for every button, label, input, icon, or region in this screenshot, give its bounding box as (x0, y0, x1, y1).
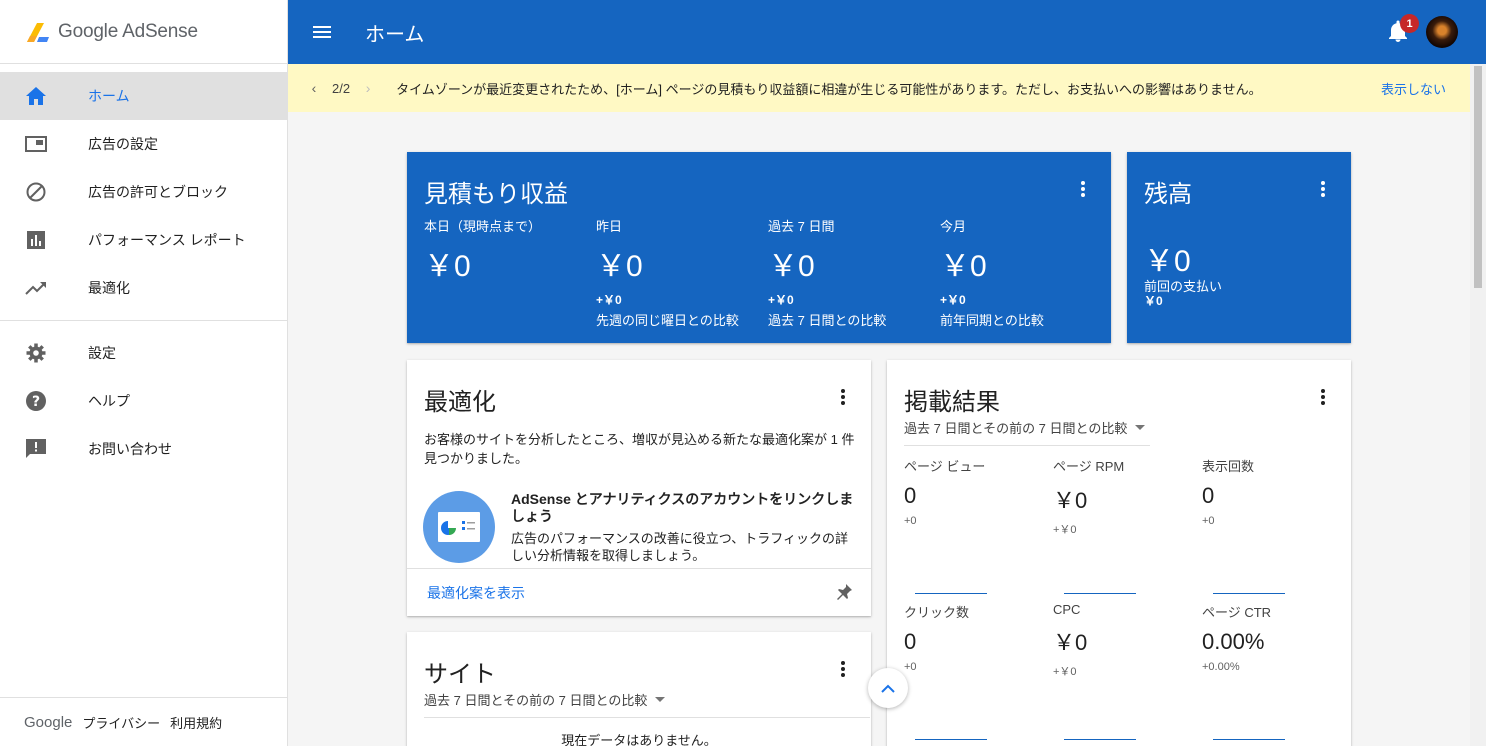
sidebar-item-optimization[interactable]: 最適化 (0, 264, 287, 312)
sidebar-item-performance-reports[interactable]: パフォーマンス レポート (0, 216, 287, 264)
sidebar-item-label: ヘルプ (88, 393, 130, 409)
sparkline (1213, 593, 1285, 594)
balance-title: 残高 (1144, 181, 1192, 208)
adsense-logo-icon (24, 18, 52, 46)
optimization-headline: AdSense とアナリティクスのアカウントをリンクしましょう (511, 491, 854, 524)
metric-page-views: ページ ビュー 0 +0 (904, 459, 986, 527)
gear-icon (24, 341, 48, 365)
sites-empty-message: 現在データはありません。 (561, 733, 717, 746)
sidebar-item-label: 最適化 (88, 280, 130, 296)
sparkline (1213, 739, 1285, 740)
view-optimizations-link[interactable]: 最適化案を表示 (427, 583, 525, 603)
sidebar-item-home[interactable]: ホーム (0, 72, 287, 120)
brand-logo-link[interactable]: Google AdSense (0, 0, 287, 64)
sites-title: サイト (424, 661, 496, 688)
sidebar-nav: ホーム 広告の設定 広告の許可とブロック パフォーマンス レポート 最適化 設定… (0, 64, 287, 473)
metric-clicks: クリック数 0 +0 (904, 605, 970, 673)
metric-cpc: CPC ￥0 +￥0 (1053, 602, 1088, 678)
performance-card: 掲載結果 過去 7 日間とその前の 7 日間との比較 ページ ビュー 0 +0 … (887, 360, 1351, 746)
sidebar-item-settings[interactable]: 設定 (0, 329, 287, 377)
sidebar-item-label: ホーム (88, 88, 130, 104)
sidebar-item-ad-settings[interactable]: 広告の設定 (0, 120, 287, 168)
optimization-card: 最適化 お客様のサイトを分析したところ、増収が見込める新たな最適化案が 1 件見… (407, 360, 871, 616)
more-vert-icon[interactable] (1321, 389, 1325, 405)
more-vert-icon[interactable] (841, 389, 845, 405)
earnings-yesterday: 昨日 ￥0 +￥0 先週の同じ曜日との比較 (596, 219, 739, 328)
metric-page-rpm: ページ RPM ￥0 +￥0 (1053, 459, 1125, 536)
sparkline (915, 593, 987, 594)
ad-unit-icon (24, 132, 48, 156)
sidebar-item-label: 広告の許可とブロック (88, 184, 228, 200)
sidebar-footer: Google プライバシー 利用規約 (0, 697, 287, 746)
earnings-this-month: 今月 ￥0 +￥0 前年同期との比較 (940, 219, 1044, 328)
earnings-today: 本日（現時点まで） ￥0 (424, 219, 542, 283)
block-icon (24, 180, 48, 204)
sidebar-item-label: 設定 (88, 345, 116, 361)
chevron-left-icon[interactable]: ‹ (302, 80, 326, 96)
sidebar-item-label: パフォーマンス レポート (88, 232, 246, 248)
metric-impressions: 表示回数 0 +0 (1202, 459, 1255, 527)
optimization-description: お客様のサイトを分析したところ、増収が見込める新たな最適化案が 1 件見つかりま… (424, 432, 855, 466)
trending-up-icon (24, 276, 48, 300)
sparkline (915, 739, 987, 740)
optimization-subtext: 広告のパフォーマンスの改善に役立つ、トラフィックの詳しい分析情報を取得しましょう… (511, 531, 848, 563)
more-vert-icon[interactable] (1081, 181, 1085, 197)
menu-icon[interactable] (310, 20, 334, 44)
caret-down-icon (655, 697, 666, 702)
performance-title: 掲載結果 (904, 389, 1000, 416)
balance-value: ￥0 (1144, 245, 1191, 278)
sidebar-item-help[interactable]: ? ヘルプ (0, 377, 287, 425)
more-vert-icon[interactable] (1321, 181, 1325, 197)
metric-page-ctr: ページ CTR 0.00% +0.00% (1202, 605, 1272, 673)
sidebar-item-contact[interactable]: お問い合わせ (0, 425, 287, 473)
notification-badge: 1 (1400, 14, 1419, 33)
page-title: ホーム (365, 23, 425, 46)
terms-link[interactable]: 利用規約 (170, 713, 222, 732)
sparkline (1064, 739, 1136, 740)
sites-card: サイト 過去 7 日間とその前の 7 日間との比較 現在データはありません。 (407, 632, 871, 746)
sparkline (1064, 593, 1136, 594)
chevron-right-icon[interactable]: › (356, 80, 380, 96)
pin-icon[interactable] (835, 583, 853, 606)
scroll-to-top-button[interactable] (868, 668, 908, 708)
home-icon (24, 84, 48, 108)
sidebar-item-label: お問い合わせ (88, 441, 172, 457)
brand-name: Google AdSense (58, 20, 198, 42)
sidebar-item-label: 広告の設定 (88, 136, 158, 152)
notice-pager: 2/2 (332, 80, 351, 96)
sidebar-divider (0, 320, 287, 321)
svg-text:?: ? (32, 394, 40, 410)
avatar[interactable] (1426, 16, 1458, 48)
earnings-title: 見積もり収益 (424, 181, 568, 208)
performance-range-select[interactable]: 過去 7 日間とその前の 7 日間との比較 (904, 418, 1150, 446)
earnings-last-7-days: 過去 7 日間 ￥0 +￥0 過去 7 日間との比較 (768, 219, 887, 328)
last-payment-value: ￥0 (1144, 294, 1163, 308)
app-bar: ホーム 1 (288, 0, 1486, 64)
optimization-footer: 最適化案を表示 (407, 568, 871, 616)
dismiss-button[interactable]: 表示しない (1381, 79, 1446, 98)
help-icon: ? (24, 389, 48, 413)
scrollbar[interactable] (1470, 64, 1486, 746)
notice-message: タイムゾーンが最近変更されたため、[ホーム] ページの見積もり収益額に相違が生じ… (396, 81, 1262, 97)
google-logo: Google (24, 713, 73, 731)
optimization-title: 最適化 (424, 389, 496, 416)
balance-card: 残高 ￥0 前回の支払い ￥0 (1127, 152, 1351, 343)
sidebar: Google AdSense ホーム 広告の設定 広告の許可とブロック パフォー… (0, 0, 288, 746)
notice-banner: ‹ 2/2 › タイムゾーンが最近変更されたため、[ホーム] ページの見積もり収… (288, 64, 1470, 112)
privacy-link[interactable]: プライバシー (82, 713, 160, 732)
scrollbar-thumb[interactable] (1474, 66, 1482, 288)
sites-range-select[interactable]: 過去 7 日間とその前の 7 日間との比較 (424, 690, 870, 718)
caret-down-icon (1135, 425, 1146, 430)
sidebar-item-allow-block[interactable]: 広告の許可とブロック (0, 168, 287, 216)
chevron-up-icon (881, 684, 895, 693)
more-vert-icon[interactable] (841, 661, 845, 677)
feedback-icon (24, 437, 48, 461)
earnings-card: 見積もり収益 本日（現時点まで） ￥0 昨日 ￥0 +￥0 先週の同じ曜日との比… (407, 152, 1111, 343)
analytics-link-icon (423, 491, 495, 563)
bar-chart-icon (24, 228, 48, 252)
